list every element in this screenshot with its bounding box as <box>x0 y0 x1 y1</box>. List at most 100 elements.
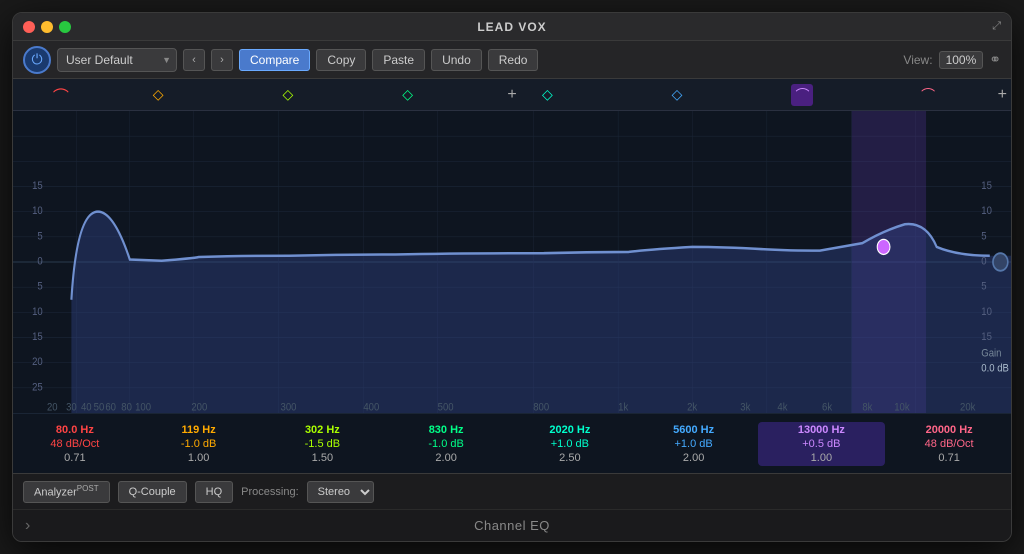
band-5-freq: 2020 Hz <box>549 424 590 436</box>
q-couple-button[interactable]: Q-Couple <box>118 481 187 503</box>
band-node-6[interactable]: ◇ <box>672 86 683 103</box>
preset-select[interactable]: User Default <box>57 48 177 72</box>
band-2-freq: 119 Hz <box>182 424 216 436</box>
svg-text:6k: 6k <box>822 402 833 413</box>
main-window: LEAD VOX ⤢ ⏻ User Default ▼ ‹ › Compare … <box>12 12 1012 542</box>
band-node-3[interactable]: ◇ <box>282 86 293 103</box>
plugin-name: Channel EQ <box>474 518 550 533</box>
band-3-gain: -1.5 dB <box>305 438 340 450</box>
svg-text:300: 300 <box>281 402 297 413</box>
svg-text:80: 80 <box>121 402 132 413</box>
window-title: LEAD VOX <box>477 20 546 34</box>
band-5-info[interactable]: 2020 Hz +1.0 dB 2.50 <box>508 424 632 464</box>
svg-text:2k: 2k <box>687 402 698 413</box>
svg-text:3k: 3k <box>740 402 751 413</box>
band-node-1[interactable]: ⌒ <box>53 83 69 107</box>
band-4-info[interactable]: 830 Hz -1.0 dB 2.00 <box>384 424 508 464</box>
band-node-7[interactable]: ⌒ <box>791 84 813 106</box>
band-node-8[interactable]: ⌒ <box>921 85 935 105</box>
svg-text:1k: 1k <box>618 402 629 413</box>
svg-text:20: 20 <box>47 402 58 413</box>
add-band-right[interactable]: + <box>998 86 1007 104</box>
svg-text:15: 15 <box>981 180 992 192</box>
svg-text:10k: 10k <box>894 402 910 413</box>
svg-text:15: 15 <box>981 331 992 343</box>
hq-button[interactable]: HQ <box>195 481 234 503</box>
svg-text:200: 200 <box>191 402 207 413</box>
band-4-freq: 830 Hz <box>429 424 464 436</box>
svg-text:25: 25 <box>32 382 43 394</box>
svg-text:Gain: Gain <box>981 348 1001 360</box>
band-7-info[interactable]: 13000 Hz +0.5 dB 1.00 <box>758 422 886 466</box>
preset-wrapper: User Default ▼ <box>57 48 177 72</box>
band-info-row: 80.0 Hz 48 dB/Oct 0.71 119 Hz -1.0 dB 1.… <box>13 413 1011 473</box>
svg-text:10: 10 <box>32 306 43 318</box>
svg-text:800: 800 <box>533 402 549 413</box>
svg-text:0: 0 <box>981 256 986 268</box>
footer: › Channel EQ <box>13 509 1011 541</box>
band-3-freq: 302 Hz <box>305 424 340 436</box>
band-1-q: 0.71 <box>64 452 85 464</box>
maximize-button[interactable] <box>59 21 71 33</box>
band-2-gain: -1.0 dB <box>181 438 216 450</box>
band-node-2[interactable]: ◇ <box>153 86 164 103</box>
undo-button[interactable]: Undo <box>431 49 482 71</box>
view-value[interactable]: 100% <box>939 51 984 69</box>
close-button[interactable] <box>23 21 35 33</box>
band-6-q: 2.00 <box>683 452 704 464</box>
minimize-button[interactable] <box>41 21 53 33</box>
svg-text:400: 400 <box>363 402 379 413</box>
svg-text:10: 10 <box>981 206 992 218</box>
view-section: View: 100% ⚭ <box>903 51 1001 69</box>
redo-button[interactable]: Redo <box>488 49 539 71</box>
band-controls: + ⌒ ◇ ◇ ◇ ◇ ◇ ⌒ ⌒ <box>13 79 1011 111</box>
processing-select[interactable]: Stereo <box>307 481 374 503</box>
nav-forward-button[interactable]: › <box>211 49 233 71</box>
toolbar: ⏻ User Default ▼ ‹ › Compare Copy Paste … <box>13 41 1011 79</box>
svg-text:0: 0 <box>37 256 42 268</box>
svg-text:50: 50 <box>94 402 105 413</box>
band-node-5[interactable]: ◇ <box>542 86 553 103</box>
eq-canvas[interactable]: 0 5 10 15 5 10 15 20 25 15 10 5 0 5 10 1… <box>13 111 1011 413</box>
nav-back-button[interactable]: ‹ <box>183 49 205 71</box>
band-3-info[interactable]: 302 Hz -1.5 dB 1.50 <box>261 424 385 464</box>
band-8-freq: 20000 Hz <box>926 424 973 436</box>
title-bar: LEAD VOX ⤢ <box>13 13 1011 41</box>
band-3-q: 1.50 <box>312 452 333 464</box>
band-8-gain: 48 dB/Oct <box>925 438 974 450</box>
svg-text:10: 10 <box>981 306 992 318</box>
band-6-freq: 5600 Hz <box>673 424 714 436</box>
svg-text:20: 20 <box>32 357 43 369</box>
svg-text:5: 5 <box>37 231 42 243</box>
band-5-q: 2.50 <box>559 452 580 464</box>
power-button[interactable]: ⏻ <box>23 46 51 74</box>
view-label: View: <box>903 53 932 67</box>
window-resize-icon[interactable]: ⤢ <box>992 20 1001 33</box>
svg-text:100: 100 <box>135 402 151 413</box>
svg-text:500: 500 <box>438 402 454 413</box>
paste-button[interactable]: Paste <box>372 49 425 71</box>
svg-text:60: 60 <box>105 402 116 413</box>
band-node-4[interactable]: ◇ <box>402 86 413 103</box>
svg-text:30: 30 <box>66 402 77 413</box>
svg-text:5: 5 <box>981 231 986 243</box>
analyzer-button[interactable]: AnalyzerPOST <box>23 481 110 503</box>
eq-graph-svg: 0 5 10 15 5 10 15 20 25 15 10 5 0 5 10 1… <box>13 111 1011 413</box>
band-4-gain: -1.0 dB <box>428 438 463 450</box>
band-4-q: 2.00 <box>435 452 456 464</box>
eq-section: + ⌒ ◇ ◇ ◇ ◇ ◇ ⌒ ⌒ <box>13 79 1011 473</box>
band-7-gain: +0.5 dB <box>802 438 840 450</box>
band-8-info[interactable]: 20000 Hz 48 dB/Oct 0.71 <box>887 424 1011 464</box>
link-icon[interactable]: ⚭ <box>989 51 1001 68</box>
band-6-info[interactable]: 5600 Hz +1.0 dB 2.00 <box>632 424 756 464</box>
band-7-q: 1.00 <box>811 452 832 464</box>
band-1-info[interactable]: 80.0 Hz 48 dB/Oct 0.71 <box>13 424 137 464</box>
footer-chevron-icon[interactable]: › <box>25 517 30 535</box>
svg-text:40: 40 <box>81 402 92 413</box>
band-2-info[interactable]: 119 Hz -1.0 dB 1.00 <box>137 424 261 464</box>
svg-text:15: 15 <box>32 331 43 343</box>
compare-button[interactable]: Compare <box>239 49 310 71</box>
svg-text:15: 15 <box>32 180 43 192</box>
copy-button[interactable]: Copy <box>316 49 366 71</box>
add-band-left[interactable]: + <box>507 86 516 104</box>
